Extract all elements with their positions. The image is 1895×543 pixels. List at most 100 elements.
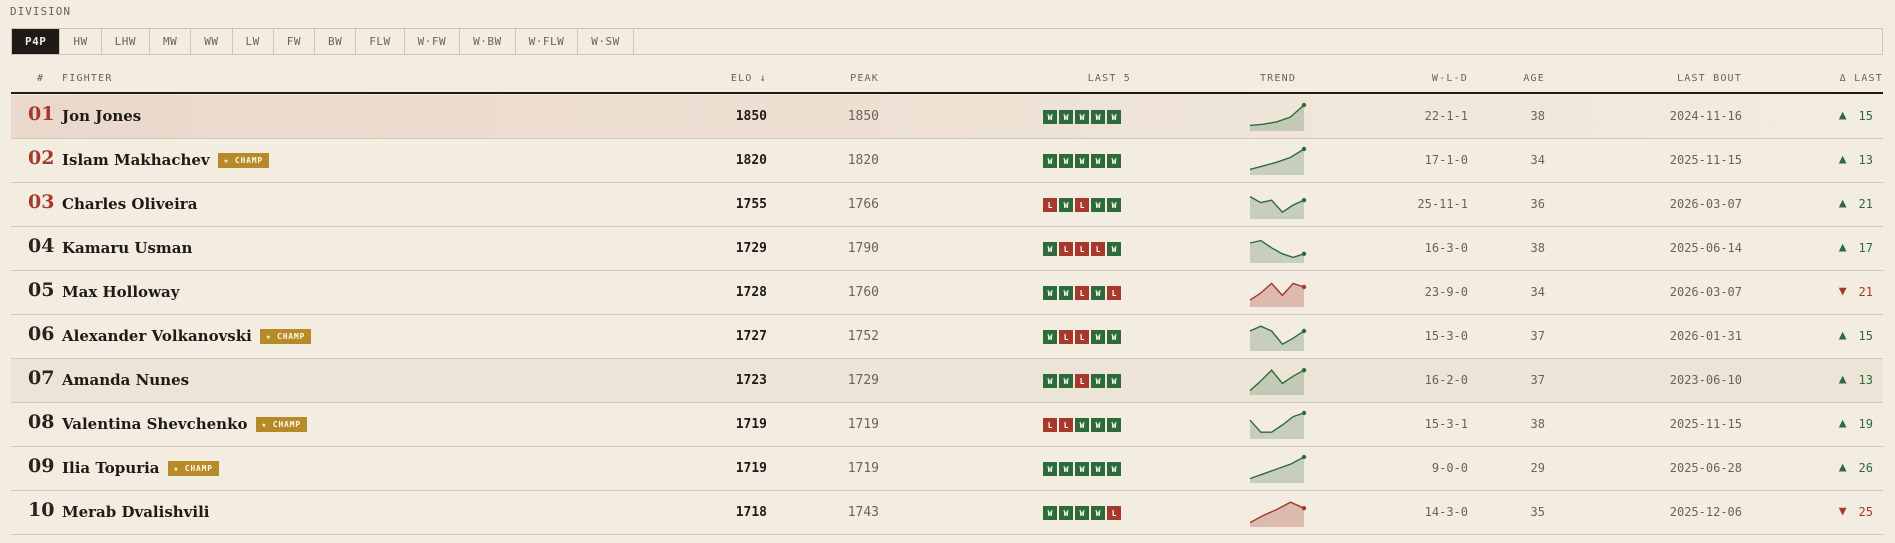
trend-sparkline <box>1249 282 1307 307</box>
division-tab[interactable]: W·BW <box>460 29 516 54</box>
division-tab[interactable]: P4P <box>12 29 61 54</box>
table-row[interactable]: 08 Valentina Shevchenko ★ CHAMP 1719 1719 L L W… <box>11 403 1883 447</box>
wld-record: 16-3-0 <box>1424 241 1468 255</box>
fighter-name-cell[interactable]: Charles Oliveira <box>62 195 197 213</box>
fighter-name-cell[interactable]: Max Holloway <box>62 283 179 301</box>
result-pip: W <box>1091 330 1105 344</box>
division-tab[interactable]: FLW <box>356 29 405 54</box>
elo-value: 1723 <box>735 373 767 388</box>
last-bout-date: 2023-06-10 <box>1669 373 1742 387</box>
result-pip: L <box>1075 286 1089 300</box>
result-pip: W <box>1059 506 1073 520</box>
table-row[interactable]: 06 Alexander Volkanovski ★ CHAMP 1727 1752 W L… <box>11 315 1883 359</box>
result-pip: L <box>1075 198 1089 212</box>
age-value: 37 <box>1530 329 1545 343</box>
result-pip: W <box>1059 198 1073 212</box>
fighter-name[interactable]: Islam Makhachev <box>62 151 210 169</box>
col-wld-header[interactable]: W-L-D <box>1432 73 1468 84</box>
triangle-up-icon: ▲ <box>1838 416 1847 431</box>
table-row[interactable]: 10 Merab Dvalishvili 1718 1743 W W W W L 14-3-0 35… <box>11 491 1883 535</box>
result-pip: W <box>1107 462 1121 476</box>
trend-sparkline <box>1249 146 1307 175</box>
col-delta-header[interactable]: Δ LAST <box>1840 73 1883 84</box>
last-bout-date: 2026-01-31 <box>1669 329 1742 343</box>
division-tab[interactable]: BW <box>315 29 357 54</box>
champ-badge: ★ CHAMP <box>217 152 269 168</box>
fighter-name-cell[interactable]: Valentina Shevchenko ★ CHAMP <box>62 415 307 433</box>
result-pip: L <box>1059 330 1073 344</box>
result-pip: W <box>1091 374 1105 388</box>
fighter-name[interactable]: Alexander Volkanovski <box>62 327 252 345</box>
result-pip: W <box>1043 374 1057 388</box>
fighter-name-cell[interactable]: Ilia Topuria ★ CHAMP <box>62 459 219 477</box>
fighter-name-cell[interactable]: Amanda Nunes <box>62 371 189 389</box>
trend-sparkline <box>1249 501 1307 527</box>
wld-record: 22-1-1 <box>1424 109 1468 123</box>
fighter-name-cell[interactable]: Alexander Volkanovski ★ CHAMP <box>62 327 312 345</box>
result-pip: W <box>1075 110 1089 124</box>
delta-value: 26 <box>1858 460 1873 475</box>
delta-cell: ▲ 26 <box>1839 460 1873 475</box>
delta-value: 13 <box>1858 152 1873 167</box>
col-rank-header: # <box>37 73 45 84</box>
col-elo-header[interactable]: ELO ↓ <box>731 73 767 84</box>
fighter-name[interactable]: Ilia Topuria <box>62 459 160 477</box>
sort-desc-icon: ↓ <box>759 73 767 84</box>
delta-value: 21 <box>1858 196 1873 211</box>
wld-record: 17-1-0 <box>1424 153 1468 167</box>
elo-value: 1729 <box>735 241 767 256</box>
result-pip: W <box>1091 418 1105 432</box>
triangle-up-icon: ▲ <box>1838 108 1847 123</box>
triangle-down-icon: ▼ <box>1838 284 1847 299</box>
division-tab[interactable]: LW <box>233 29 274 54</box>
division-tab[interactable]: W·FW <box>405 29 461 54</box>
division-tab[interactable]: LHW <box>102 29 150 54</box>
trend-endpoint <box>1301 284 1307 290</box>
table-row[interactable]: 07 Amanda Nunes 1723 1729 W W L W W 16-2-0 37 2023-… <box>11 359 1883 403</box>
col-age-header[interactable]: AGE <box>1523 73 1545 84</box>
division-tab[interactable]: HW <box>60 29 102 54</box>
fighter-name-cell[interactable]: Jon Jones <box>62 107 141 125</box>
fighter-name[interactable]: Jon Jones <box>62 107 141 125</box>
table-row[interactable]: 05 Max Holloway 1728 1760 W W L W L 23-9-0 34 2026-… <box>11 271 1883 315</box>
fighter-name[interactable]: Charles Oliveira <box>62 195 197 213</box>
fighter-name[interactable]: Merab Dvalishvili <box>62 503 209 521</box>
fighter-name-cell[interactable]: Kamaru Usman <box>62 239 192 257</box>
division-tab[interactable]: MW <box>150 29 192 54</box>
col-last-bout-header[interactable]: LAST BOUT <box>1677 73 1742 84</box>
table-row[interactable]: 09 Ilia Topuria ★ CHAMP 1719 1719 W W W W W 9-0-0 2… <box>11 447 1883 491</box>
last5-results: WWWWW <box>1043 110 1121 124</box>
result-pip: W <box>1059 462 1073 476</box>
last-bout-date: 2026-03-07 <box>1669 285 1742 299</box>
division-tab[interactable]: FW <box>274 29 315 54</box>
division-tab[interactable]: WW <box>191 29 233 54</box>
result-pip: W <box>1107 330 1121 344</box>
trend-area <box>1250 413 1304 439</box>
triangle-up-icon: ▲ <box>1838 328 1847 343</box>
fighter-name[interactable]: Kamaru Usman <box>62 239 192 257</box>
table-row[interactable]: 02 Islam Makhachev ★ CHAMP 1820 1820 W W W W W 17-… <box>11 139 1883 183</box>
col-fighter-header[interactable]: FIGHTER <box>62 73 113 84</box>
last-bout-date: 2026-03-07 <box>1669 197 1742 211</box>
fighter-name-cell[interactable]: Islam Makhachev ★ CHAMP <box>62 151 269 169</box>
wld-record: 25-11-1 <box>1417 197 1468 211</box>
table-row[interactable]: 04 Kamaru Usman 1729 1790 W L L L W 16-3-0 38 2025-… <box>11 227 1883 271</box>
delta-value: 25 <box>1858 504 1873 519</box>
division-tab[interactable]: W·SW <box>578 29 634 54</box>
col-peak-header[interactable]: PEAK <box>850 73 879 84</box>
division-tab[interactable]: W·FLW <box>516 29 579 54</box>
result-pip: W <box>1059 110 1073 124</box>
elo-value: 1719 <box>735 461 767 476</box>
rank-number: 05 <box>28 279 55 301</box>
result-pip: L <box>1043 198 1057 212</box>
fighter-name[interactable]: Max Holloway <box>62 283 179 301</box>
fighter-name[interactable]: Valentina Shevchenko <box>62 415 248 433</box>
result-pip: W <box>1075 462 1089 476</box>
col-trend-header: TREND <box>1259 73 1297 84</box>
table-row[interactable]: 01 Jon Jones 1850 1850 W W W W W 22-1-1 38 2024-11-… <box>11 95 1883 139</box>
fighter-name[interactable]: Amanda Nunes <box>62 371 189 389</box>
fighter-name-cell[interactable]: Merab Dvalishvili <box>62 503 209 521</box>
table-row[interactable]: 03 Charles Oliveira 1755 1766 L W L W W 25-11-1 36… <box>11 183 1883 227</box>
trend-sparkline <box>1249 454 1307 483</box>
trend-area <box>1250 105 1304 131</box>
